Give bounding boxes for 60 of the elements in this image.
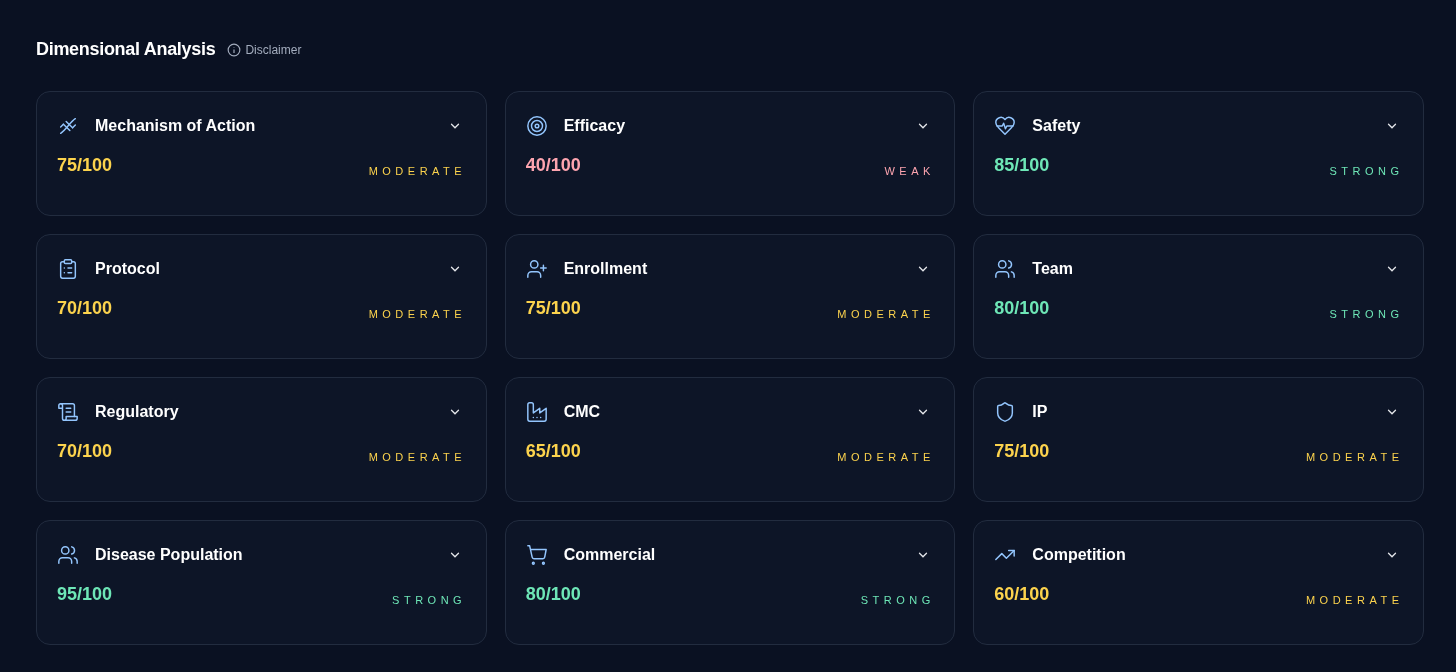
dimension-card[interactable]: IP 75/100 MODERATE [973, 377, 1424, 502]
score: 65/100 [525, 440, 581, 463]
rating-label: MODERATE [837, 449, 935, 465]
rating-label: STRONG [860, 592, 935, 608]
card-title: Regulatory [95, 402, 179, 422]
card-title: Mechanism of Action [95, 116, 256, 136]
dimension-card[interactable]: Safety 85/100 STRONG [973, 91, 1424, 216]
card-title: Competition [1032, 545, 1126, 565]
card-title: Disease Population [95, 545, 243, 565]
rating-label: MODERATE [837, 306, 935, 322]
section-title: Dimensional Analysis [36, 38, 216, 61]
dimension-card[interactable]: Competition 60/100 MODERATE [973, 520, 1424, 645]
user-plus-icon [525, 258, 548, 280]
rating-label: STRONG [1329, 306, 1404, 322]
card-title: CMC [563, 402, 601, 422]
score: 85/100 [994, 154, 1050, 177]
cart-icon [525, 544, 548, 566]
factory-icon [525, 401, 548, 423]
rating-label: MODERATE [368, 163, 467, 179]
dimension-card[interactable]: Disease Population 95/100 STRONG [36, 520, 487, 645]
rating-label: MODERATE [1305, 449, 1404, 465]
rating-label: WEAK [884, 163, 935, 179]
info-icon [227, 42, 242, 57]
dimension-card[interactable]: Efficacy 40/100 WEAK [504, 91, 956, 216]
score: 80/100 [525, 583, 581, 606]
users-icon [994, 258, 1017, 280]
clipboard-icon [57, 258, 79, 280]
disclaimer-link[interactable]: Disclaimer [245, 40, 302, 59]
rating-label: MODERATE [368, 306, 467, 322]
rating-label: STRONG [1329, 163, 1404, 179]
score: 80/100 [994, 297, 1050, 320]
scroll-icon [57, 401, 79, 423]
score: 75/100 [57, 154, 113, 177]
rating-label: MODERATE [368, 449, 467, 465]
rating-label: MODERATE [1305, 592, 1404, 608]
dimension-card[interactable]: Enrollment 75/100 MODERATE [504, 234, 956, 359]
heart-pulse-icon [994, 115, 1017, 137]
target-icon [525, 115, 548, 137]
score: 60/100 [994, 583, 1050, 606]
score: 40/100 [525, 154, 581, 177]
users-icon [57, 544, 79, 566]
card-title: Team [1032, 259, 1073, 279]
score: 75/100 [994, 440, 1050, 463]
dimension-card[interactable]: Mechanism of Action 75/100 MODERATE [36, 91, 487, 216]
dimension-card[interactable]: Team 80/100 STRONG [973, 234, 1424, 359]
card-title: Protocol [95, 259, 160, 279]
dimension-card[interactable]: Regulatory 70/100 MODERATE [36, 377, 487, 502]
score: 75/100 [525, 297, 581, 320]
card-title: Commercial [563, 545, 656, 565]
rating-label: STRONG [392, 592, 467, 608]
score: 70/100 [57, 440, 113, 463]
dimension-card[interactable]: Commercial 80/100 STRONG [504, 520, 956, 645]
score: 70/100 [57, 297, 113, 320]
card-title: IP [1032, 402, 1048, 422]
score: 95/100 [57, 583, 113, 606]
card-title: Safety [1032, 116, 1081, 136]
dimension-card[interactable]: CMC 65/100 MODERATE [504, 377, 956, 502]
dimension-card[interactable]: Protocol 70/100 MODERATE [36, 234, 487, 359]
card-title: Efficacy [563, 116, 626, 136]
card-title: Enrollment [563, 259, 648, 279]
